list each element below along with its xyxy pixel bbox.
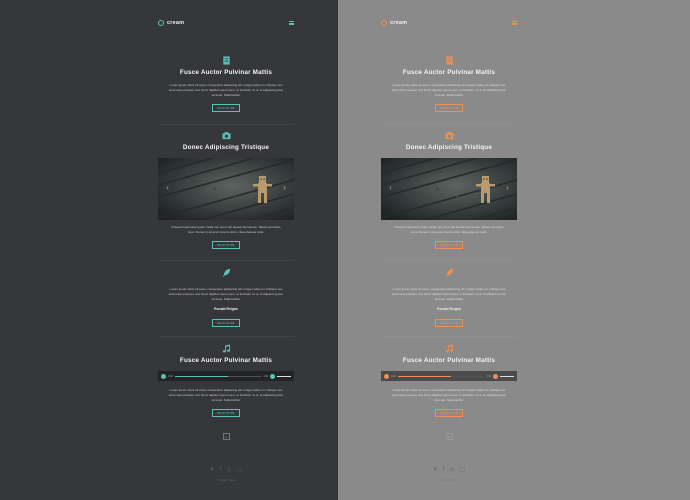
hamburger-menu-icon[interactable]	[512, 21, 517, 25]
duration-time: 3:42	[263, 374, 268, 378]
chat-icon[interactable]: ▢	[460, 466, 466, 474]
site-header: cream	[381, 20, 517, 30]
quote-author: Ronald Reigan	[214, 307, 238, 311]
audio-player: 0:00 3:42	[158, 371, 294, 381]
cream-logo-icon	[158, 20, 164, 26]
post-title[interactable]: Donec Adipiscing Tristique	[158, 144, 294, 151]
quote-post: Lorem ipsum dolor sit amet, consectetur …	[381, 268, 517, 327]
gallery-post: Donec Adipiscing Tristique ‹ › Praesent …	[158, 131, 294, 249]
chat-icon[interactable]: ▢	[237, 466, 243, 474]
read-more-button[interactable]: READ MORE	[435, 241, 463, 249]
cream-logo-icon	[381, 20, 387, 26]
camera-icon	[221, 132, 231, 140]
elapsed-time: 0:00	[168, 374, 173, 378]
article-post: Fusce Auctor Pulvinar Mattis Lorem ipsum…	[158, 56, 294, 112]
facebook-icon[interactable]: f	[443, 466, 445, 474]
music-note-icon	[445, 344, 453, 353]
twitter-icon[interactable]: ❦	[210, 466, 215, 474]
instagram-icon[interactable]: ◎	[226, 466, 231, 474]
image-slider[interactable]: ‹ ›	[381, 158, 517, 220]
brand-name: cream	[390, 20, 408, 26]
progress-fill	[397, 375, 452, 377]
chevron-left-icon[interactable]: ‹	[388, 184, 393, 192]
elapsed-time: 0:00	[391, 374, 396, 378]
document-icon	[445, 56, 453, 65]
audio-post: Fusce Auctor Pulvinar Mattis 0:00 3:42 L…	[158, 344, 294, 440]
theme-preview-dark: cream Fusce Auctor Pulvinar Mattis Lorem…	[0, 0, 338, 500]
audio-player: 0:00 3:42	[381, 371, 517, 381]
pagination-page[interactable]: 1	[445, 433, 453, 440]
social-links: ❦ f ◎ ▢	[158, 466, 294, 474]
divider	[381, 260, 517, 261]
post-excerpt: Praesent quis lacus justo. Nulla nec est…	[171, 225, 281, 234]
read-more-button[interactable]: READ MORE	[212, 409, 240, 417]
feather-icon	[445, 268, 453, 277]
chevron-left-icon[interactable]: ‹	[165, 184, 170, 192]
duration-time: 3:42	[486, 374, 491, 378]
volume-slider[interactable]	[277, 375, 291, 377]
divider	[158, 260, 294, 261]
post-excerpt: Lorem ipsum dolor sit amet, consectetur …	[391, 83, 507, 97]
post-title[interactable]: Fusce Auctor Pulvinar Mattis	[381, 357, 517, 364]
divider	[381, 336, 517, 337]
chevron-right-icon[interactable]: ›	[505, 184, 510, 192]
post-excerpt: Praesent quis lacus justo. Nulla nec est…	[394, 225, 504, 234]
chevron-right-icon[interactable]: ›	[282, 184, 287, 192]
volume-slider[interactable]	[500, 375, 514, 377]
logo[interactable]: cream	[381, 20, 407, 26]
post-title[interactable]: Fusce Auctor Pulvinar Mattis	[158, 69, 294, 76]
progress-track[interactable]	[174, 375, 262, 377]
progress-fill	[174, 375, 229, 377]
divider	[158, 336, 294, 337]
social-links: ❦ f ◎ ▢	[381, 466, 517, 474]
pagination-page[interactable]: 1	[222, 433, 230, 440]
read-more-button[interactable]: READ MORE	[435, 319, 463, 327]
post-title[interactable]: Fusce Auctor Pulvinar Mattis	[158, 357, 294, 364]
read-more-button[interactable]: READ MORE	[435, 104, 463, 112]
hamburger-menu-icon[interactable]	[289, 21, 294, 25]
quote-text: Lorem ipsum dolor sit amet, consectetur …	[168, 287, 284, 301]
quote-text: Lorem ipsum dolor sit amet, consectetur …	[391, 287, 507, 301]
brand-name: cream	[167, 20, 185, 26]
read-more-button[interactable]: READ MORE	[212, 104, 240, 112]
volume-icon[interactable]	[270, 373, 275, 379]
logo[interactable]: cream	[158, 20, 184, 26]
facebook-icon[interactable]: f	[220, 466, 222, 474]
post-excerpt: Lorem ipsum dolor sit amet, consectetur …	[391, 388, 507, 402]
read-more-button[interactable]: READ MORE	[212, 319, 240, 327]
progress-track[interactable]	[397, 375, 485, 377]
gallery-photo	[158, 158, 294, 220]
audio-post: Fusce Auctor Pulvinar Mattis 0:00 3:42 L…	[381, 344, 517, 440]
theme-preview-grey: cream Fusce Auctor Pulvinar Mattis Lorem…	[338, 0, 690, 500]
gallery-post: Donec Adipiscing Tristique ‹ › Praesent …	[381, 131, 517, 249]
post-title[interactable]: Donec Adipiscing Tristique	[381, 144, 517, 151]
article-post: Fusce Auctor Pulvinar Mattis Lorem ipsum…	[381, 56, 517, 112]
camera-icon	[444, 132, 454, 140]
copyright: © Cream Theme	[439, 479, 459, 482]
post-title[interactable]: Fusce Auctor Pulvinar Mattis	[381, 69, 517, 76]
read-more-button[interactable]: READ MORE	[435, 409, 463, 417]
volume-icon[interactable]	[493, 373, 498, 379]
post-excerpt: Lorem ipsum dolor sit amet, consectetur …	[168, 83, 284, 97]
instagram-icon[interactable]: ◎	[449, 466, 454, 474]
twitter-icon[interactable]: ❦	[433, 466, 438, 474]
feather-icon	[222, 268, 230, 277]
gallery-photo	[381, 158, 517, 220]
post-excerpt: Lorem ipsum dolor sit amet, consectetur …	[168, 388, 284, 402]
play-icon[interactable]	[384, 373, 389, 379]
document-icon	[222, 56, 230, 65]
music-note-icon	[222, 344, 230, 353]
read-more-button[interactable]: READ MORE	[212, 241, 240, 249]
copyright: © Cream Theme	[216, 479, 236, 482]
quote-post: Lorem ipsum dolor sit amet, consectetur …	[158, 268, 294, 327]
image-slider[interactable]: ‹ ›	[158, 158, 294, 220]
quote-author: Ronald Reigan	[437, 307, 461, 311]
divider	[381, 124, 517, 125]
play-icon[interactable]	[161, 373, 166, 379]
site-header: cream	[158, 20, 294, 30]
divider	[158, 124, 294, 125]
